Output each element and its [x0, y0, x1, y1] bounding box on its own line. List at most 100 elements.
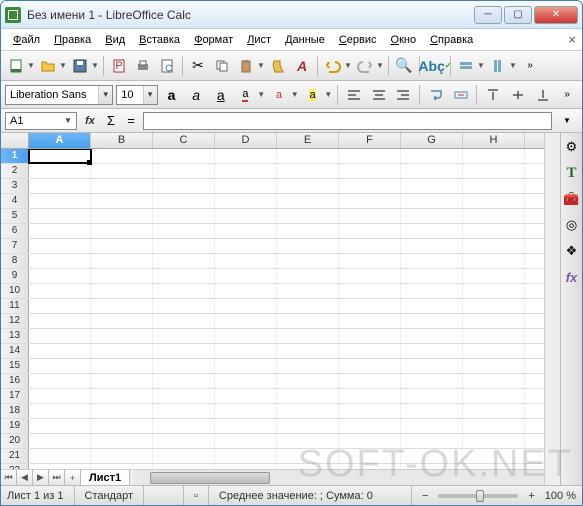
cell[interactable]: [339, 299, 401, 313]
cell[interactable]: [463, 344, 525, 358]
print-preview-icon[interactable]: [156, 55, 178, 77]
cell[interactable]: [91, 314, 153, 328]
align-left-icon[interactable]: [343, 84, 365, 106]
tab-add-icon[interactable]: +: [65, 470, 81, 485]
cell[interactable]: [153, 419, 215, 433]
cell[interactable]: [153, 464, 215, 469]
tab-next-icon[interactable]: ▶: [33, 470, 49, 485]
equals-icon[interactable]: =: [123, 113, 139, 128]
bold-icon[interactable]: a: [161, 84, 183, 106]
cell[interactable]: [277, 254, 339, 268]
clone-format-icon[interactable]: [267, 55, 289, 77]
cell[interactable]: [463, 254, 525, 268]
cell[interactable]: [339, 224, 401, 238]
row-header[interactable]: 11: [1, 299, 29, 313]
cell[interactable]: [339, 374, 401, 388]
properties-icon[interactable]: ⚙: [564, 139, 580, 155]
cell[interactable]: [91, 254, 153, 268]
sheet-tab[interactable]: Лист1: [81, 470, 130, 485]
cell[interactable]: [91, 179, 153, 193]
row-header[interactable]: 17: [1, 389, 29, 403]
cell[interactable]: [339, 239, 401, 253]
menu-окно[interactable]: Окно: [385, 32, 423, 48]
hscrollbar[interactable]: [134, 470, 544, 485]
cell[interactable]: [215, 299, 277, 313]
cell[interactable]: [339, 254, 401, 268]
cell[interactable]: [91, 464, 153, 469]
gallery-icon[interactable]: 🧰: [564, 191, 580, 207]
cell[interactable]: [401, 194, 463, 208]
sum-icon[interactable]: Σ: [103, 113, 119, 128]
cell[interactable]: [153, 269, 215, 283]
export-pdf-icon[interactable]: P: [108, 55, 130, 77]
cell[interactable]: [215, 254, 277, 268]
cell[interactable]: [277, 194, 339, 208]
cell[interactable]: [463, 404, 525, 418]
cell[interactable]: [401, 314, 463, 328]
col-header-F[interactable]: F: [339, 133, 401, 148]
spellcheck-icon[interactable]: Abç✓: [424, 55, 446, 77]
cell[interactable]: [29, 314, 91, 328]
paste-dropdown[interactable]: ▼: [257, 61, 265, 70]
save-dropdown[interactable]: ▼: [91, 61, 99, 70]
styles-icon[interactable]: T: [564, 165, 580, 181]
cell[interactable]: [339, 284, 401, 298]
cell[interactable]: [401, 149, 463, 163]
tab-first-icon[interactable]: ⏮: [1, 470, 17, 485]
cell[interactable]: [153, 329, 215, 343]
menu-правка[interactable]: Правка: [48, 32, 97, 48]
cell[interactable]: [339, 269, 401, 283]
row-header[interactable]: 18: [1, 404, 29, 418]
cell[interactable]: [401, 254, 463, 268]
cell[interactable]: [215, 179, 277, 193]
cell[interactable]: [401, 344, 463, 358]
cell[interactable]: [339, 149, 401, 163]
cell[interactable]: [401, 329, 463, 343]
new-dropdown[interactable]: ▼: [27, 61, 35, 70]
cell[interactable]: [277, 344, 339, 358]
minimize-button[interactable]: ─: [474, 6, 502, 24]
cell[interactable]: [153, 179, 215, 193]
cell[interactable]: [91, 434, 153, 448]
cell[interactable]: [463, 389, 525, 403]
navigator-icon[interactable]: ◎: [564, 217, 580, 233]
cell[interactable]: [91, 164, 153, 178]
cell[interactable]: [215, 419, 277, 433]
cell[interactable]: [339, 314, 401, 328]
cell[interactable]: [401, 299, 463, 313]
row-header[interactable]: 12: [1, 314, 29, 328]
cell[interactable]: [463, 209, 525, 223]
cell[interactable]: [29, 179, 91, 193]
font-size-combo[interactable]: 10▼: [116, 85, 157, 105]
cell[interactable]: [29, 194, 91, 208]
cell[interactable]: [463, 359, 525, 373]
row-header[interactable]: 16: [1, 374, 29, 388]
row-header[interactable]: 10: [1, 284, 29, 298]
cell[interactable]: [463, 269, 525, 283]
col-header-B[interactable]: B: [91, 133, 153, 148]
cell[interactable]: [29, 449, 91, 463]
cell[interactable]: [401, 419, 463, 433]
col-header-H[interactable]: H: [463, 133, 525, 148]
col-header-D[interactable]: D: [215, 133, 277, 148]
cell[interactable]: [463, 239, 525, 253]
row-header[interactable]: 7: [1, 239, 29, 253]
cell[interactable]: [463, 464, 525, 469]
cell[interactable]: [29, 299, 91, 313]
cell[interactable]: [339, 359, 401, 373]
row-header[interactable]: 8: [1, 254, 29, 268]
cell[interactable]: [215, 164, 277, 178]
cell[interactable]: [215, 389, 277, 403]
cell[interactable]: [339, 419, 401, 433]
cell[interactable]: [339, 194, 401, 208]
cell[interactable]: [29, 464, 91, 469]
font-name-combo[interactable]: Liberation Sans▼: [5, 85, 113, 105]
col-icon[interactable]: [487, 55, 509, 77]
zoom-slider[interactable]: [438, 494, 518, 498]
menu-лист[interactable]: Лист: [241, 32, 277, 48]
menu-сервис[interactable]: Сервис: [333, 32, 383, 48]
cell[interactable]: [153, 194, 215, 208]
cell[interactable]: [91, 404, 153, 418]
zoom-value[interactable]: 100 %: [545, 490, 576, 502]
cell[interactable]: [91, 359, 153, 373]
